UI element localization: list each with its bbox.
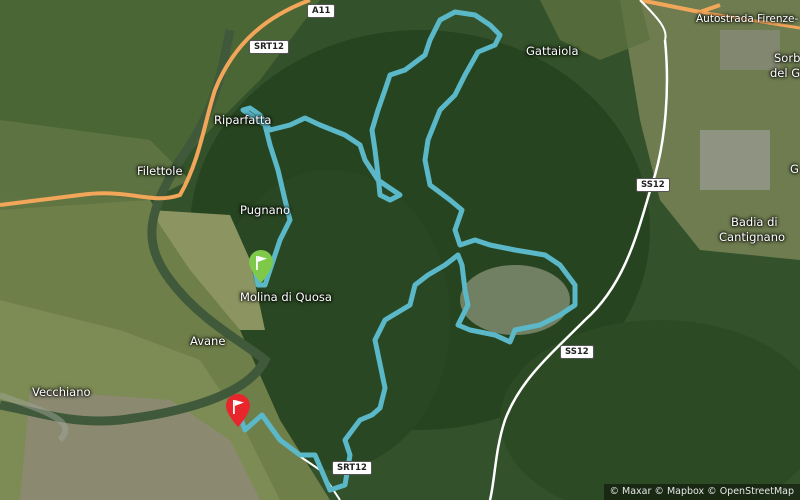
start-flag-icon[interactable] bbox=[248, 250, 274, 284]
place-label-avane: Avane bbox=[190, 334, 226, 348]
road-shield-a11: A11 bbox=[307, 4, 336, 18]
place-label-del-gi: del Gi bbox=[770, 66, 800, 80]
place-label-cantignano: Cantignano bbox=[719, 230, 786, 244]
place-label-gattaiola: Gattaiola bbox=[526, 44, 579, 58]
place-label-riparfatta: Riparfatta bbox=[214, 113, 272, 127]
map-attribution[interactable]: © Maxar © Mapbox © OpenStreetMap bbox=[603, 484, 800, 500]
place-label-badia-di: Badia di bbox=[731, 215, 778, 229]
road-shield-ss12-top: SS12 bbox=[636, 178, 670, 192]
place-label-vecchiano: Vecchiano bbox=[32, 385, 91, 399]
place-label-g: G bbox=[790, 162, 799, 176]
road-label-autostrada: Autostrada Firenze- bbox=[696, 13, 799, 25]
road-shield-srt12-top: SRT12 bbox=[249, 40, 289, 54]
road-shield-srt12-bottom: SRT12 bbox=[332, 461, 372, 475]
place-label-molina-di-quosa: Molina di Quosa bbox=[240, 290, 332, 304]
map-view[interactable]: Riparfatta Filettole Pugnano Molina di Q… bbox=[0, 0, 800, 500]
place-label-sorb: Sorb bbox=[774, 51, 800, 65]
end-flag-icon[interactable] bbox=[225, 394, 251, 428]
road-shield-ss12-bottom: SS12 bbox=[560, 345, 594, 359]
place-label-pugnano: Pugnano bbox=[240, 203, 290, 217]
satellite-imagery bbox=[0, 0, 800, 500]
place-label-filettole: Filettole bbox=[137, 164, 183, 178]
